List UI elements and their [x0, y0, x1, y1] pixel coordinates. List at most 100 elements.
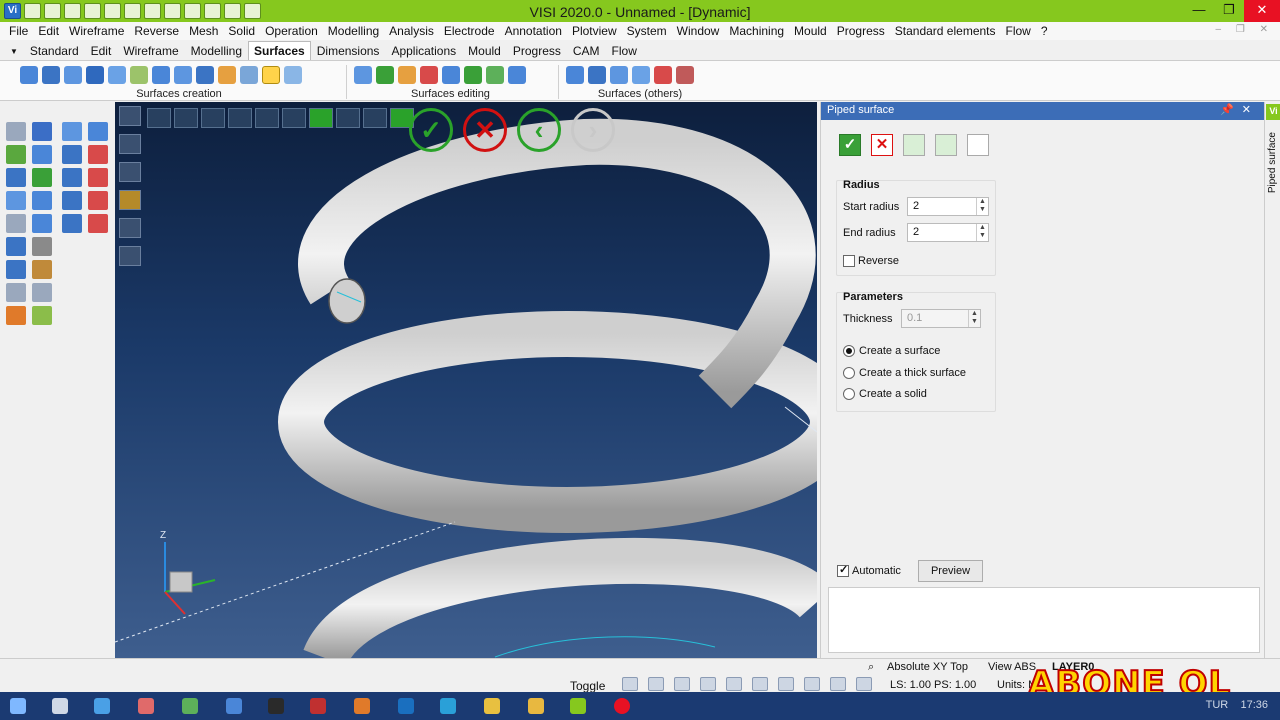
- status-tools-icon[interactable]: [674, 677, 690, 691]
- start-radius-spinner[interactable]: ▲ ▼: [976, 198, 988, 215]
- automatic-check-box[interactable]: [837, 563, 849, 578]
- axis-z-icon[interactable]: [88, 168, 108, 187]
- menu-mesh[interactable]: Mesh: [184, 24, 223, 38]
- cancel-icon[interactable]: ✕: [463, 108, 507, 152]
- menu-solid[interactable]: Solid: [223, 24, 260, 38]
- close-button[interactable]: ✕: [1244, 0, 1280, 22]
- mdi-controls[interactable]: – ❐ ✕: [1216, 24, 1274, 35]
- automatic-checkbox[interactable]: Automatic: [837, 563, 901, 578]
- view-cube-right-icon[interactable]: [282, 108, 306, 128]
- create-surface-radio[interactable]: [843, 345, 855, 358]
- ribbon-dropdown-icon[interactable]: ▼: [8, 47, 24, 60]
- axis-yz-icon[interactable]: [62, 214, 82, 233]
- properties-icon[interactable]: [6, 306, 26, 325]
- reverse-checkbox[interactable]: Reverse: [843, 255, 899, 268]
- menu-annotation[interactable]: Annotation: [500, 24, 567, 38]
- option-create-solid[interactable]: Create a solid: [843, 388, 927, 401]
- measure-icon[interactable]: [32, 260, 52, 279]
- minimize-button[interactable]: —: [1184, 0, 1214, 22]
- sweep-surface-icon[interactable]: [108, 66, 126, 84]
- parting-surface-icon[interactable]: [588, 66, 606, 84]
- view-cylinder-icon[interactable]: [119, 134, 141, 154]
- preview-button[interactable]: Preview: [918, 560, 983, 582]
- remove-faces-icon[interactable]: [676, 66, 694, 84]
- tab-progress[interactable]: Progress: [507, 41, 567, 60]
- reverse-check-box[interactable]: [843, 255, 855, 268]
- solid-icon[interactable]: [32, 237, 52, 256]
- rotate-icon[interactable]: [6, 237, 26, 256]
- coons-surface-icon[interactable]: [196, 66, 214, 84]
- help-icon[interactable]: [6, 260, 26, 279]
- flip-normal-icon[interactable]: [486, 66, 504, 84]
- view-cylinder2-icon[interactable]: [119, 162, 141, 182]
- app-icon-2[interactable]: [182, 698, 198, 714]
- menu-machining[interactable]: Machining: [724, 24, 789, 38]
- status-layers-icon[interactable]: [804, 677, 820, 691]
- menu-wireframe[interactable]: Wireframe: [64, 24, 129, 38]
- status-cube-icon[interactable]: [778, 677, 794, 691]
- cursor-icon[interactable]: [32, 122, 52, 141]
- next-icon[interactable]: ›: [571, 108, 615, 152]
- view-cube-front-icon[interactable]: [228, 108, 252, 128]
- triangle-icon[interactable]: [88, 122, 108, 141]
- blend-surface-icon[interactable]: [130, 66, 148, 84]
- status-color-icon[interactable]: [752, 677, 768, 691]
- menu-window[interactable]: Window: [672, 24, 725, 38]
- view-cube-iso-icon[interactable]: [363, 108, 387, 128]
- trash-icon[interactable]: [6, 283, 26, 302]
- create-thick-surface-radio[interactable]: [843, 367, 855, 380]
- menu-plotview[interactable]: Plotview: [567, 24, 622, 38]
- app-icon-6[interactable]: [354, 698, 370, 714]
- tab-mould[interactable]: Mould: [462, 41, 507, 60]
- fillet-surface-icon[interactable]: [442, 66, 460, 84]
- thickness-input[interactable]: 0.1 ▲ ▼: [901, 309, 981, 328]
- view-cylinder-selected-icon[interactable]: [119, 190, 141, 210]
- axis-y-icon[interactable]: [62, 168, 82, 187]
- option-create-surface[interactable]: Create a surface: [843, 345, 940, 358]
- menu-flow[interactable]: Flow: [1001, 24, 1036, 38]
- tab-wireframe[interactable]: Wireframe: [117, 41, 184, 60]
- status-filter-icon[interactable]: [726, 677, 742, 691]
- box-select-icon[interactable]: [6, 145, 26, 164]
- menu-mould[interactable]: Mould: [789, 24, 832, 38]
- shutoff-surface-icon[interactable]: [610, 66, 628, 84]
- tab-cam[interactable]: CAM: [567, 41, 606, 60]
- piped-surface-icon[interactable]: [262, 66, 280, 84]
- end-radius-spinner[interactable]: ▲ ▼: [976, 224, 988, 241]
- tab-applications[interactable]: Applications: [385, 41, 462, 60]
- export-icon[interactable]: [935, 134, 957, 156]
- trim-surface-icon[interactable]: [354, 66, 372, 84]
- coordinate-mode[interactable]: Absolute XY Top: [887, 661, 968, 673]
- view-zoom-icon[interactable]: [174, 108, 198, 128]
- zoom-window-icon[interactable]: [32, 145, 52, 164]
- start-radius-input[interactable]: 2 ▲ ▼: [907, 197, 989, 216]
- edit-icon[interactable]: [32, 191, 52, 210]
- status-refresh-icon[interactable]: [830, 677, 846, 691]
- view-menu-icon[interactable]: [119, 106, 141, 126]
- menu-reverse[interactable]: Reverse: [129, 24, 184, 38]
- status-help-icon[interactable]: [700, 677, 716, 691]
- runoff-surface-icon[interactable]: [632, 66, 650, 84]
- view-cube-wire-icon[interactable]: [336, 108, 360, 128]
- layer-icon[interactable]: [6, 191, 26, 210]
- menu-electrode[interactable]: Electrode: [439, 24, 500, 38]
- create-solid-radio[interactable]: [843, 388, 855, 401]
- loft-surface-icon[interactable]: [152, 66, 170, 84]
- revolve-surface-icon[interactable]: [64, 66, 82, 84]
- image-icon[interactable]: [32, 306, 52, 325]
- tab-edit[interactable]: Edit: [85, 41, 118, 60]
- sew-surface-icon[interactable]: [464, 66, 482, 84]
- app-icon-4[interactable]: [268, 698, 284, 714]
- panel-controls[interactable]: 📌✕: [1220, 103, 1259, 116]
- delete-surface-icon[interactable]: [654, 66, 672, 84]
- menu-file[interactable]: File: [4, 24, 33, 38]
- restore-button[interactable]: ❐: [1214, 0, 1244, 22]
- visi-taskbar-icon[interactable]: [570, 698, 586, 714]
- apply-icon[interactable]: ✓: [839, 134, 861, 156]
- graphics-viewport[interactable]: Z ✓ ✕ ‹ ›: [115, 102, 817, 658]
- extrude-surface-icon[interactable]: [86, 66, 104, 84]
- menu-operation[interactable]: Operation: [260, 24, 323, 38]
- save-settings-icon[interactable]: [967, 134, 989, 156]
- status-grid-icon[interactable]: [622, 677, 638, 691]
- menu-progress[interactable]: Progress: [832, 24, 890, 38]
